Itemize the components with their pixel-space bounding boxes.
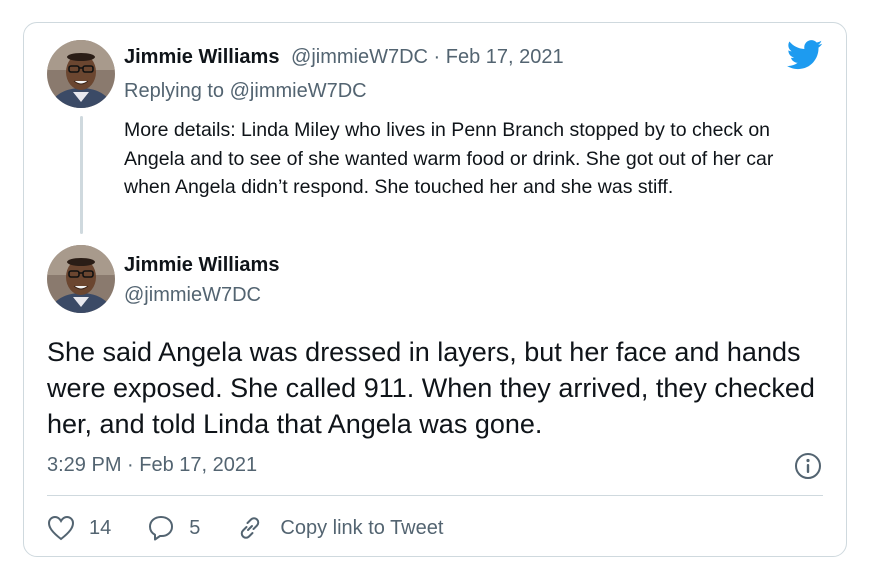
like-button[interactable]: 14 [47,515,111,541]
author-handle[interactable]: @jimmieW7DC [291,46,428,68]
link-icon [241,517,260,539]
replying-to-line: Replying to @jimmieW7DC [124,80,367,103]
avatar[interactable] [47,40,115,108]
reply-count: 5 [189,516,201,539]
tweet-date[interactable]: Feb 17, 2021 [446,46,564,68]
like-count: 14 [89,516,112,539]
quoted-tweet-text: More details: Linda Miley who lives in P… [124,119,774,199]
main-author-handle[interactable]: @jimmieW7DC [124,284,261,307]
copy-link-label: Copy link to Tweet [280,516,444,539]
tweet-actions: 14 5 Copy link to Tweet [47,510,479,546]
main-author-name[interactable]: Jimmie Williams [124,254,279,277]
quoted-tweet-header: Jimmie Williams @jimmieW7DC · Feb 17, 20… [124,46,564,69]
thread-connector-line [80,116,83,234]
tweet-timestamp[interactable]: 3:29 PM · Feb 17, 2021 [47,454,257,477]
replying-mention-link[interactable]: @jimmieW7DC [230,80,367,102]
reply-bubble-icon [149,516,174,541]
divider [47,495,823,496]
info-icon[interactable] [794,452,822,480]
avatar[interactable] [47,245,115,313]
main-tweet-text: She said Angela was dressed in layers, b… [47,337,815,439]
heart-icon [47,515,75,541]
twitter-logo-icon[interactable] [787,40,823,70]
copy-link-button[interactable]: Copy link to Tweet [236,514,443,542]
replying-prefix: Replying to [124,80,225,102]
reply-button[interactable]: 5 [147,514,200,542]
header-separator: · [433,46,441,68]
author-name[interactable]: Jimmie Williams [124,46,279,68]
